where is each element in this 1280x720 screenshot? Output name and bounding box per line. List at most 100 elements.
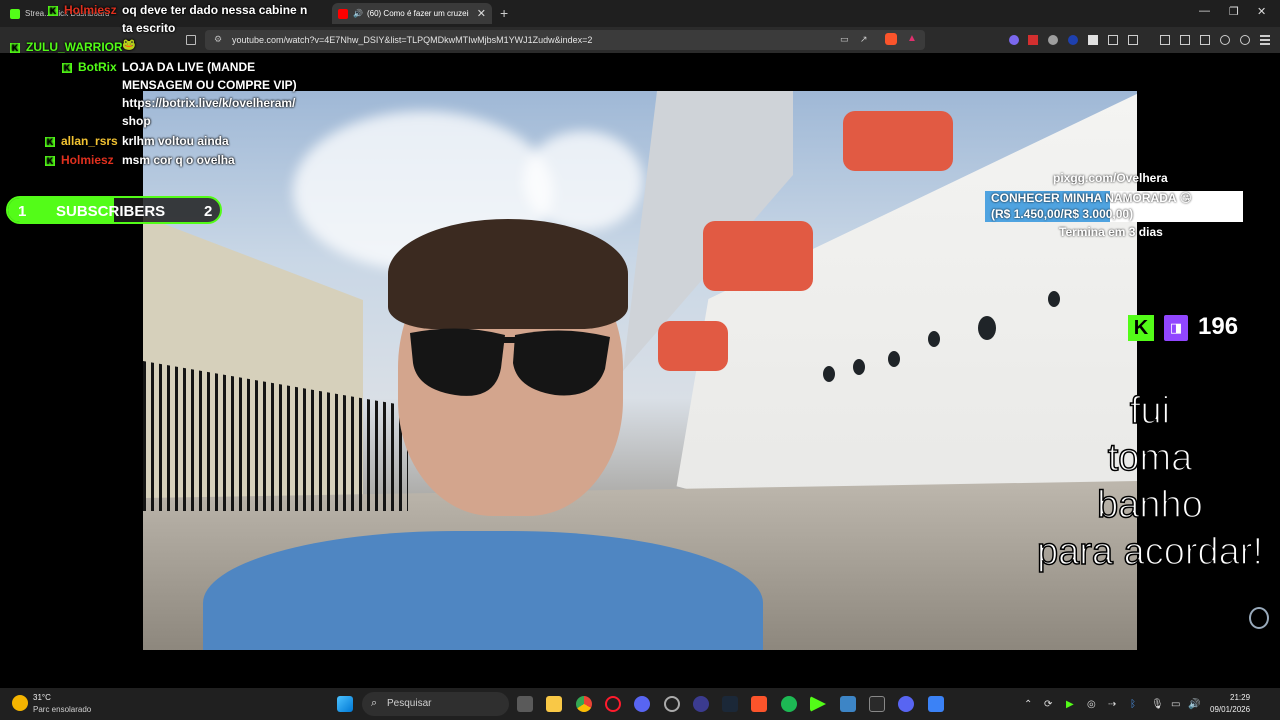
extension-icon[interactable] bbox=[1088, 35, 1098, 45]
bluetooth-icon[interactable]: ᛒ bbox=[1130, 699, 1136, 710]
microphone-icon[interactable]: 🎙 bbox=[1151, 699, 1164, 710]
kick-icon: K bbox=[62, 62, 72, 73]
chrome-icon[interactable] bbox=[576, 696, 592, 712]
porthole bbox=[853, 359, 865, 375]
app-icon[interactable] bbox=[928, 696, 944, 712]
epic-games-icon[interactable] bbox=[869, 696, 885, 712]
network-icon[interactable]: ▭ bbox=[1171, 699, 1180, 710]
wallet-icon[interactable] bbox=[1200, 35, 1210, 45]
extension-icon[interactable] bbox=[1068, 35, 1078, 45]
caption-line: fui bbox=[1129, 389, 1171, 433]
tray-icon[interactable]: ▶ bbox=[1066, 699, 1074, 710]
tab-youtube-video[interactable]: 🔊 (60) Como é fazer um cruzeiro ✕ bbox=[332, 3, 492, 24]
lifeboat bbox=[703, 221, 813, 291]
fence bbox=[143, 361, 408, 511]
address-bar[interactable]: ⚙ youtube.com/watch?v=4E7Nhw_DSIY&list=T… bbox=[205, 30, 925, 50]
media-icon[interactable] bbox=[1160, 35, 1170, 45]
menu-icon[interactable] bbox=[1260, 35, 1270, 45]
chat-link[interactable]: shop bbox=[122, 114, 151, 128]
kick-icon: K bbox=[10, 42, 20, 53]
extension-icon[interactable] bbox=[1009, 35, 1019, 45]
clock-date[interactable]: 09/01/2026 bbox=[1210, 705, 1250, 714]
close-tab-icon[interactable]: ✕ bbox=[477, 7, 486, 20]
kick-icon: K bbox=[48, 5, 58, 16]
subscribers-current: 1 bbox=[18, 203, 27, 220]
caption-line: banho bbox=[1096, 483, 1203, 527]
brave-icon[interactable] bbox=[751, 696, 767, 712]
sunglasses bbox=[410, 328, 610, 396]
caption-line: para acordar! bbox=[1036, 530, 1264, 574]
subscribers-goal-bar: 1 SUBSCRIBERS 2 bbox=[6, 196, 222, 224]
subscribers-target: 2 bbox=[204, 203, 213, 220]
tray-icon[interactable]: ⇢ bbox=[1108, 699, 1116, 710]
weather-description: Parc ensolarado bbox=[33, 705, 92, 714]
extension-icon[interactable] bbox=[1028, 35, 1038, 45]
chat-message-text: MENSAGEM OU COMPRE VIP) bbox=[122, 78, 297, 92]
brave-shields-icon[interactable] bbox=[885, 33, 897, 45]
start-button[interactable] bbox=[337, 696, 353, 712]
chat-message: K BotRix bbox=[62, 60, 117, 74]
donation-goal-box: CONHECER MINHA NAMORADA 😘 (R$ 1.450,00/R… bbox=[985, 191, 1243, 222]
search-box[interactable]: ⌕ Pesquisar bbox=[362, 692, 509, 716]
spotify-icon[interactable] bbox=[781, 696, 797, 712]
brave-rewards-icon[interactable]: ▲ bbox=[907, 33, 917, 44]
maximize-button[interactable]: ❐ bbox=[1229, 5, 1239, 18]
tray-icon[interactable]: ⟳ bbox=[1044, 699, 1052, 710]
tab-title: (60) Como é fazer um cruzeiro bbox=[366, 9, 469, 18]
site-settings-icon[interactable]: ⚙ bbox=[214, 34, 222, 45]
task-view-icon[interactable] bbox=[517, 696, 533, 712]
cursor-icon bbox=[1249, 607, 1269, 629]
twitch-logo-icon: ◨ bbox=[1164, 315, 1188, 341]
windows-taskbar: 31°C Parc ensolarado ⌕ Pesquisar ⌃ ⟳ ▶ ◎… bbox=[0, 688, 1280, 720]
sidebar-icon[interactable] bbox=[1180, 35, 1190, 45]
file-explorer-icon[interactable] bbox=[546, 696, 562, 712]
porthole bbox=[978, 316, 996, 340]
caption-line: toma bbox=[1107, 436, 1193, 480]
app-icon[interactable] bbox=[634, 696, 650, 712]
search-icon: ⌕ bbox=[371, 697, 378, 709]
chat-message-text: LOJA DA LIVE (MANDE bbox=[122, 60, 256, 74]
clock-time[interactable]: 21:29 bbox=[1230, 693, 1250, 702]
bookmark-icon[interactable] bbox=[186, 35, 196, 45]
subtitle-caption: fui toma banho para acordar! bbox=[1020, 388, 1280, 576]
notepad-icon[interactable] bbox=[840, 696, 856, 712]
close-window-button[interactable]: ✕ bbox=[1257, 5, 1266, 18]
chat-message: K Holmiesz bbox=[45, 153, 114, 167]
chat-message: K Holmiesz bbox=[48, 3, 117, 17]
porthole bbox=[1048, 291, 1060, 307]
app-icon[interactable] bbox=[810, 696, 826, 712]
leo-ai-icon[interactable] bbox=[1220, 35, 1230, 45]
new-tab-button[interactable]: + bbox=[500, 5, 508, 21]
subscribers-label: SUBSCRIBERS bbox=[56, 203, 166, 220]
search-placeholder: Pesquisar bbox=[387, 698, 432, 709]
speaker-icon: 🔊 bbox=[353, 9, 363, 18]
obs-icon[interactable] bbox=[664, 696, 680, 712]
screenshot-icon[interactable] bbox=[1128, 35, 1138, 45]
chevron-up-icon[interactable]: ⌃ bbox=[1024, 699, 1032, 710]
opera-icon[interactable] bbox=[605, 696, 621, 712]
video-player[interactable] bbox=[143, 91, 1137, 650]
extension-icon[interactable] bbox=[1048, 35, 1058, 45]
cast-icon[interactable]: ▭ bbox=[840, 34, 849, 45]
volume-icon[interactable]: 🔊 bbox=[1188, 699, 1200, 710]
chat-link[interactable]: https://botrix.live/k/ovelheram/ bbox=[122, 96, 295, 110]
tray-icon[interactable]: ◎ bbox=[1087, 699, 1096, 710]
chat-message-text: krlhm voltou ainda bbox=[122, 134, 229, 148]
discord-icon[interactable] bbox=[898, 696, 914, 712]
vpn-icon[interactable] bbox=[1240, 35, 1250, 45]
viewer-counter: K ◨ 196 bbox=[1128, 313, 1248, 343]
minimize-button[interactable]: — bbox=[1199, 5, 1210, 17]
url-text: youtube.com/watch?v=4E7Nhw_DSIY&list=TLP… bbox=[232, 35, 593, 45]
chat-message: Kallan_rsrs bbox=[45, 134, 118, 148]
donation-goal-title: CONHECER MINHA NAMORADA 😘 bbox=[991, 191, 1192, 205]
porthole bbox=[888, 351, 900, 367]
steam-icon[interactable] bbox=[722, 696, 738, 712]
donation-goal-amount: (R$ 1.450,00/R$ 3.000,00) bbox=[991, 207, 1134, 221]
weather-temperature: 31°C bbox=[33, 693, 51, 702]
app-icon[interactable] bbox=[693, 696, 709, 712]
chat-message-text: msm cor q o ovelha bbox=[122, 153, 235, 167]
extensions-puzzle-icon[interactable] bbox=[1108, 35, 1118, 45]
share-icon[interactable]: ↗ bbox=[860, 34, 868, 45]
person-shirt bbox=[203, 531, 763, 650]
browser-toolbar: ⚙ youtube.com/watch?v=4E7Nhw_DSIY&list=T… bbox=[0, 27, 1280, 53]
